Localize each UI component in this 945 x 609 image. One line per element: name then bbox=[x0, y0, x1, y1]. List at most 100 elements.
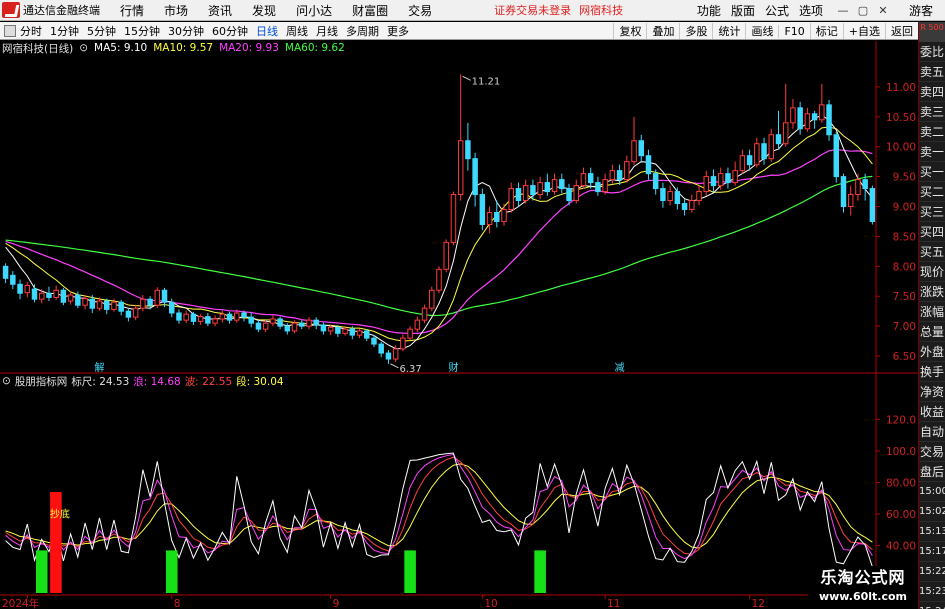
candle[interactable] bbox=[147, 298, 153, 306]
period-tab-more[interactable]: 更多 bbox=[387, 23, 409, 39]
candle[interactable] bbox=[486, 212, 493, 225]
maximize-icon[interactable]: ▢ bbox=[853, 4, 873, 17]
candle[interactable] bbox=[840, 176, 847, 208]
candle[interactable] bbox=[125, 310, 132, 318]
side-panel-item[interactable]: 卖五 bbox=[919, 62, 945, 82]
side-panel-item[interactable]: 买五 bbox=[919, 242, 945, 262]
side-panel-item[interactable]: 盘后 bbox=[919, 462, 945, 482]
side-panel-item[interactable]: 买三 bbox=[919, 202, 945, 222]
add-watchlist-button[interactable]: +自选 bbox=[842, 23, 885, 39]
candle[interactable] bbox=[457, 140, 464, 196]
candle[interactable] bbox=[522, 185, 529, 202]
candle[interactable] bbox=[537, 182, 543, 196]
menu-item-quotes[interactable]: 行情 bbox=[120, 2, 144, 19]
candle[interactable] bbox=[725, 173, 731, 184]
mark-button[interactable]: 标记 bbox=[809, 23, 843, 39]
candle[interactable] bbox=[75, 294, 81, 306]
period-tab-multi[interactable]: 多周期 bbox=[346, 23, 379, 39]
candle[interactable] bbox=[717, 173, 724, 187]
candle[interactable] bbox=[2, 265, 9, 279]
candle[interactable] bbox=[681, 203, 688, 211]
candle[interactable] bbox=[465, 140, 471, 160]
candle[interactable] bbox=[349, 328, 356, 336]
candle[interactable] bbox=[17, 283, 23, 294]
close-icon[interactable]: ✕ bbox=[873, 4, 893, 17]
indicator-name-label[interactable]: 股朋指标网 bbox=[15, 374, 68, 389]
side-panel-item[interactable]: 卖三 bbox=[919, 102, 945, 122]
candle[interactable] bbox=[797, 107, 803, 130]
candle[interactable] bbox=[385, 352, 392, 360]
candle[interactable] bbox=[392, 348, 399, 360]
minimize-icon[interactable]: — bbox=[833, 4, 853, 17]
candle[interactable] bbox=[197, 316, 204, 322]
candle[interactable] bbox=[855, 179, 861, 196]
candle[interactable] bbox=[234, 312, 240, 321]
candle[interactable] bbox=[407, 328, 413, 339]
side-panel-item[interactable]: 买四 bbox=[919, 222, 945, 242]
candle[interactable] bbox=[645, 155, 652, 175]
chart-area[interactable]: 11.00 10.50 10.00 9.50 9.00 8.50 8.00 7.50 7.00 6… bbox=[0, 41, 918, 609]
side-panel-item[interactable]: 15:00 bbox=[919, 482, 945, 502]
candle[interactable] bbox=[248, 316, 254, 324]
candle[interactable] bbox=[299, 322, 305, 327]
candle[interactable] bbox=[768, 134, 775, 160]
menu-item-formula[interactable]: 公式 bbox=[765, 2, 789, 19]
candle[interactable] bbox=[732, 170, 738, 184]
side-panel-item[interactable]: 外盘 bbox=[919, 342, 945, 362]
candle[interactable] bbox=[559, 179, 565, 190]
menu-item-functions[interactable]: 功能 bbox=[697, 2, 721, 19]
candle[interactable] bbox=[869, 188, 876, 222]
candle[interactable] bbox=[436, 268, 442, 291]
draw-line-button[interactable]: 画线 bbox=[745, 23, 778, 39]
candle[interactable] bbox=[775, 134, 782, 145]
candle[interactable] bbox=[494, 212, 500, 222]
menu-item-wealth-circle[interactable]: 财富圈 bbox=[352, 2, 388, 19]
candle[interactable] bbox=[450, 194, 457, 243]
side-panel-item[interactable]: 委比 bbox=[919, 42, 945, 62]
side-panel-item[interactable]: 自动 bbox=[919, 422, 945, 442]
statistics-button[interactable]: 统计 bbox=[712, 23, 745, 39]
candle[interactable] bbox=[313, 319, 319, 326]
menu-item-options[interactable]: 选项 bbox=[799, 2, 823, 19]
candle[interactable] bbox=[284, 325, 291, 332]
candle[interactable] bbox=[10, 274, 16, 285]
candle[interactable] bbox=[161, 289, 168, 303]
candle[interactable] bbox=[262, 322, 269, 330]
candle[interactable] bbox=[89, 298, 96, 309]
candle[interactable] bbox=[544, 182, 551, 193]
multi-stock-button[interactable]: 多股 bbox=[679, 23, 712, 39]
candle[interactable] bbox=[306, 319, 312, 327]
candle[interactable] bbox=[660, 188, 666, 202]
candle[interactable] bbox=[103, 300, 110, 310]
guest-user-label[interactable]: 游客 bbox=[909, 2, 933, 19]
period-tab-5min[interactable]: 5分钟 bbox=[87, 23, 116, 39]
candle[interactable] bbox=[154, 289, 161, 306]
side-panel-item[interactable]: 涨幅 bbox=[919, 302, 945, 322]
period-tab-monthly[interactable]: 月线 bbox=[316, 23, 338, 39]
candle[interactable] bbox=[219, 313, 226, 320]
candle[interactable] bbox=[826, 104, 832, 136]
candle[interactable] bbox=[696, 191, 702, 202]
candle[interactable] bbox=[746, 155, 753, 166]
restore-rights-button[interactable]: 复权 bbox=[613, 23, 646, 39]
candle[interactable] bbox=[811, 113, 818, 121]
candle[interactable] bbox=[689, 200, 695, 211]
candle[interactable] bbox=[479, 194, 486, 225]
side-panel-item[interactable]: 15:24 bbox=[919, 602, 945, 609]
legend-dropdown-icon[interactable]: ⊙ bbox=[79, 42, 88, 54]
side-panel-item[interactable]: 换手 bbox=[919, 362, 945, 382]
candle[interactable] bbox=[414, 319, 421, 330]
candle[interactable] bbox=[111, 301, 117, 310]
candle[interactable] bbox=[53, 289, 59, 298]
period-tab-weekly[interactable]: 周线 bbox=[286, 23, 308, 39]
candle[interactable] bbox=[140, 298, 146, 309]
side-panel-head[interactable]: R 500 bbox=[919, 22, 945, 42]
bottom-signal-bar[interactable] bbox=[35, 550, 48, 593]
candle[interactable] bbox=[754, 143, 760, 166]
candle[interactable] bbox=[24, 284, 31, 294]
candle[interactable] bbox=[429, 289, 435, 309]
candle[interactable] bbox=[566, 188, 572, 202]
candle[interactable] bbox=[710, 176, 717, 187]
candle[interactable] bbox=[580, 173, 587, 187]
menu-item-trade[interactable]: 交易 bbox=[408, 2, 432, 19]
